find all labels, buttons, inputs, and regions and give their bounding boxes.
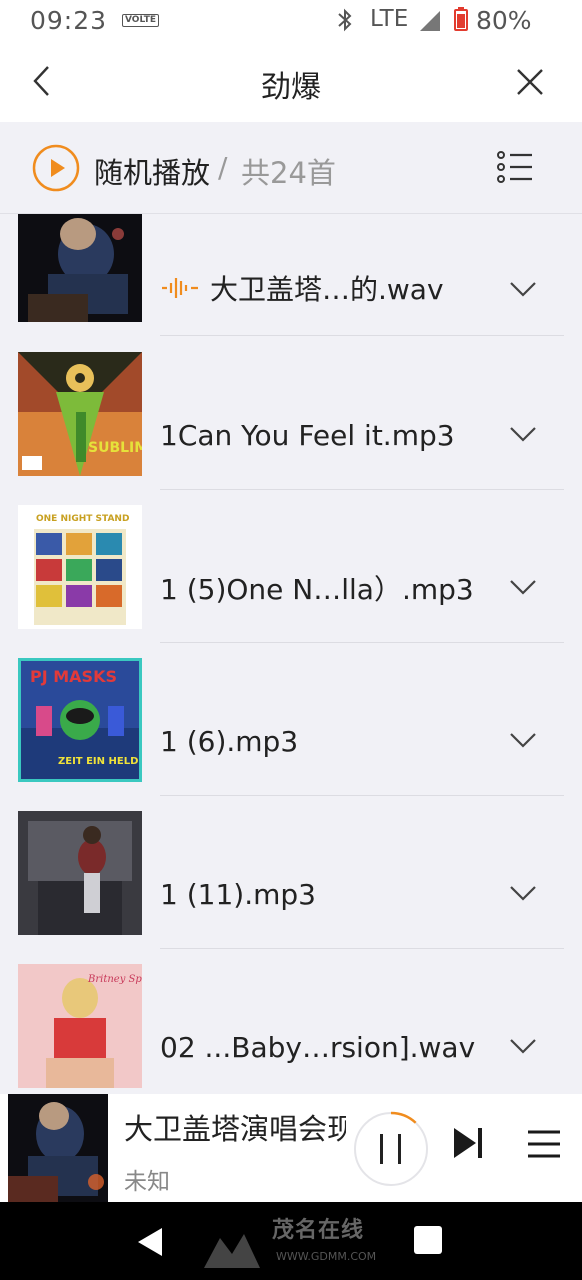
network-type: LTE	[370, 6, 409, 32]
watermark-text: 茂名在线	[272, 1218, 365, 1243]
song-title: 02 ...Baby…rsion].wav	[160, 1030, 476, 1064]
song-row[interactable]: 大卫盖塔…的.wav	[0, 214, 582, 337]
watermark-url: WWW.GDMM.COM	[276, 1250, 377, 1263]
song-title: 1 (11).mp3	[160, 877, 316, 911]
page-title: 劲爆	[261, 70, 321, 105]
nav-back-icon[interactable]	[136, 1226, 164, 1258]
song-title-wrap: 1 (6).mp3	[160, 721, 298, 761]
chevron-down-icon[interactable]	[508, 280, 538, 298]
signal-icon	[420, 11, 440, 31]
now-playing-title: 大卫盖塔演唱会现场	[124, 1112, 346, 1146]
chevron-down-icon[interactable]	[508, 731, 538, 749]
svg-text:ZEIT EIN HELD: ZEIT EIN HELD	[58, 756, 138, 767]
song-row[interactable]: ONE NIGHT STAND 1 (5)One N…lla）.mp3	[0, 490, 582, 643]
close-icon[interactable]	[514, 66, 546, 98]
chevron-down-icon[interactable]	[508, 425, 538, 443]
shuffle-play-icon[interactable]	[32, 144, 80, 192]
pause-button[interactable]	[352, 1110, 430, 1188]
list-edit-icon[interactable]	[496, 148, 534, 186]
volte-badge: VOLTE	[122, 14, 159, 27]
svg-text:PJ MASKS: PJ MASKS	[30, 667, 117, 686]
status-bar: 09:23 VOLTE LTE 80%	[0, 0, 582, 42]
status-time: 09:23	[30, 6, 108, 35]
chevron-down-icon[interactable]	[508, 884, 538, 902]
song-title-wrap: 1 (5)One N…lla）.mp3	[160, 568, 474, 608]
music-app-screen: 09:23 VOLTE LTE 80% 劲爆 随机播放 / 共24首 大卫盖塔……	[0, 0, 582, 1280]
song-count: 共24首	[241, 156, 336, 190]
album-cover: PJ MASKS ZEIT EIN HELD	[18, 658, 142, 782]
song-row[interactable]: Britney Spears 02 ...Baby…rsion].wav	[0, 949, 582, 1094]
next-track-icon[interactable]	[452, 1126, 484, 1160]
nav-recents-icon[interactable]	[414, 1226, 442, 1254]
now-playing-cover[interactable]	[8, 1094, 108, 1202]
now-playing-wave-icon	[162, 278, 198, 298]
now-playing-artist: 未知	[124, 1169, 170, 1195]
shuffle-header: 随机播放 / 共24首	[0, 122, 582, 214]
song-title-wrap: 1Can You Feel it.mp3	[160, 415, 455, 455]
battery-percent: 80%	[476, 6, 532, 35]
song-title: 大卫盖塔…的.wav	[210, 273, 444, 306]
song-row[interactable]: SUBLIME 1Can You Feel it.mp3	[0, 337, 582, 490]
album-cover	[18, 811, 142, 935]
svg-text:SUBLIME: SUBLIME	[88, 440, 142, 456]
svg-text:Britney Spears: Britney Spears	[87, 974, 142, 985]
separator: /	[218, 151, 228, 184]
shuffle-play-button[interactable]: 随机播放	[94, 150, 210, 192]
song-title: 1 (6).mp3	[160, 724, 299, 758]
song-title: 1Can You Feel it.mp3	[160, 418, 455, 452]
song-title-wrap: 大卫盖塔…的.wav	[160, 268, 444, 308]
chevron-down-icon[interactable]	[508, 1037, 538, 1055]
now-playing-bar[interactable]: 大卫盖塔演唱会现场 未知	[0, 1094, 582, 1202]
song-title-wrap: 02 ...Baby…rsion].wav	[160, 1027, 475, 1067]
bluetooth-icon	[338, 8, 352, 32]
title-bar: 劲爆	[0, 42, 582, 122]
song-row[interactable]: PJ MASKS ZEIT EIN HELD 1 (6).mp3	[0, 643, 582, 796]
system-nav-bar: 茂名在线 WWW.GDMM.COM	[0, 1202, 582, 1280]
svg-text:ONE NIGHT STAND: ONE NIGHT STAND	[36, 514, 129, 524]
song-title: 1 (5)One N…lla）.mp3	[160, 573, 474, 606]
song-title-wrap: 1 (11).mp3	[160, 874, 316, 914]
album-cover	[18, 214, 142, 322]
divider	[160, 335, 564, 336]
song-list[interactable]: 大卫盖塔…的.wav SUBLIME	[0, 214, 582, 1094]
battery-icon	[454, 7, 468, 31]
chevron-down-icon[interactable]	[508, 578, 538, 596]
album-cover: Britney Spears	[18, 964, 142, 1088]
song-row[interactable]: 1 (11).mp3	[0, 796, 582, 949]
album-cover: SUBLIME	[18, 352, 142, 476]
album-cover: ONE NIGHT STAND	[18, 505, 142, 629]
playlist-queue-icon[interactable]	[526, 1128, 562, 1160]
